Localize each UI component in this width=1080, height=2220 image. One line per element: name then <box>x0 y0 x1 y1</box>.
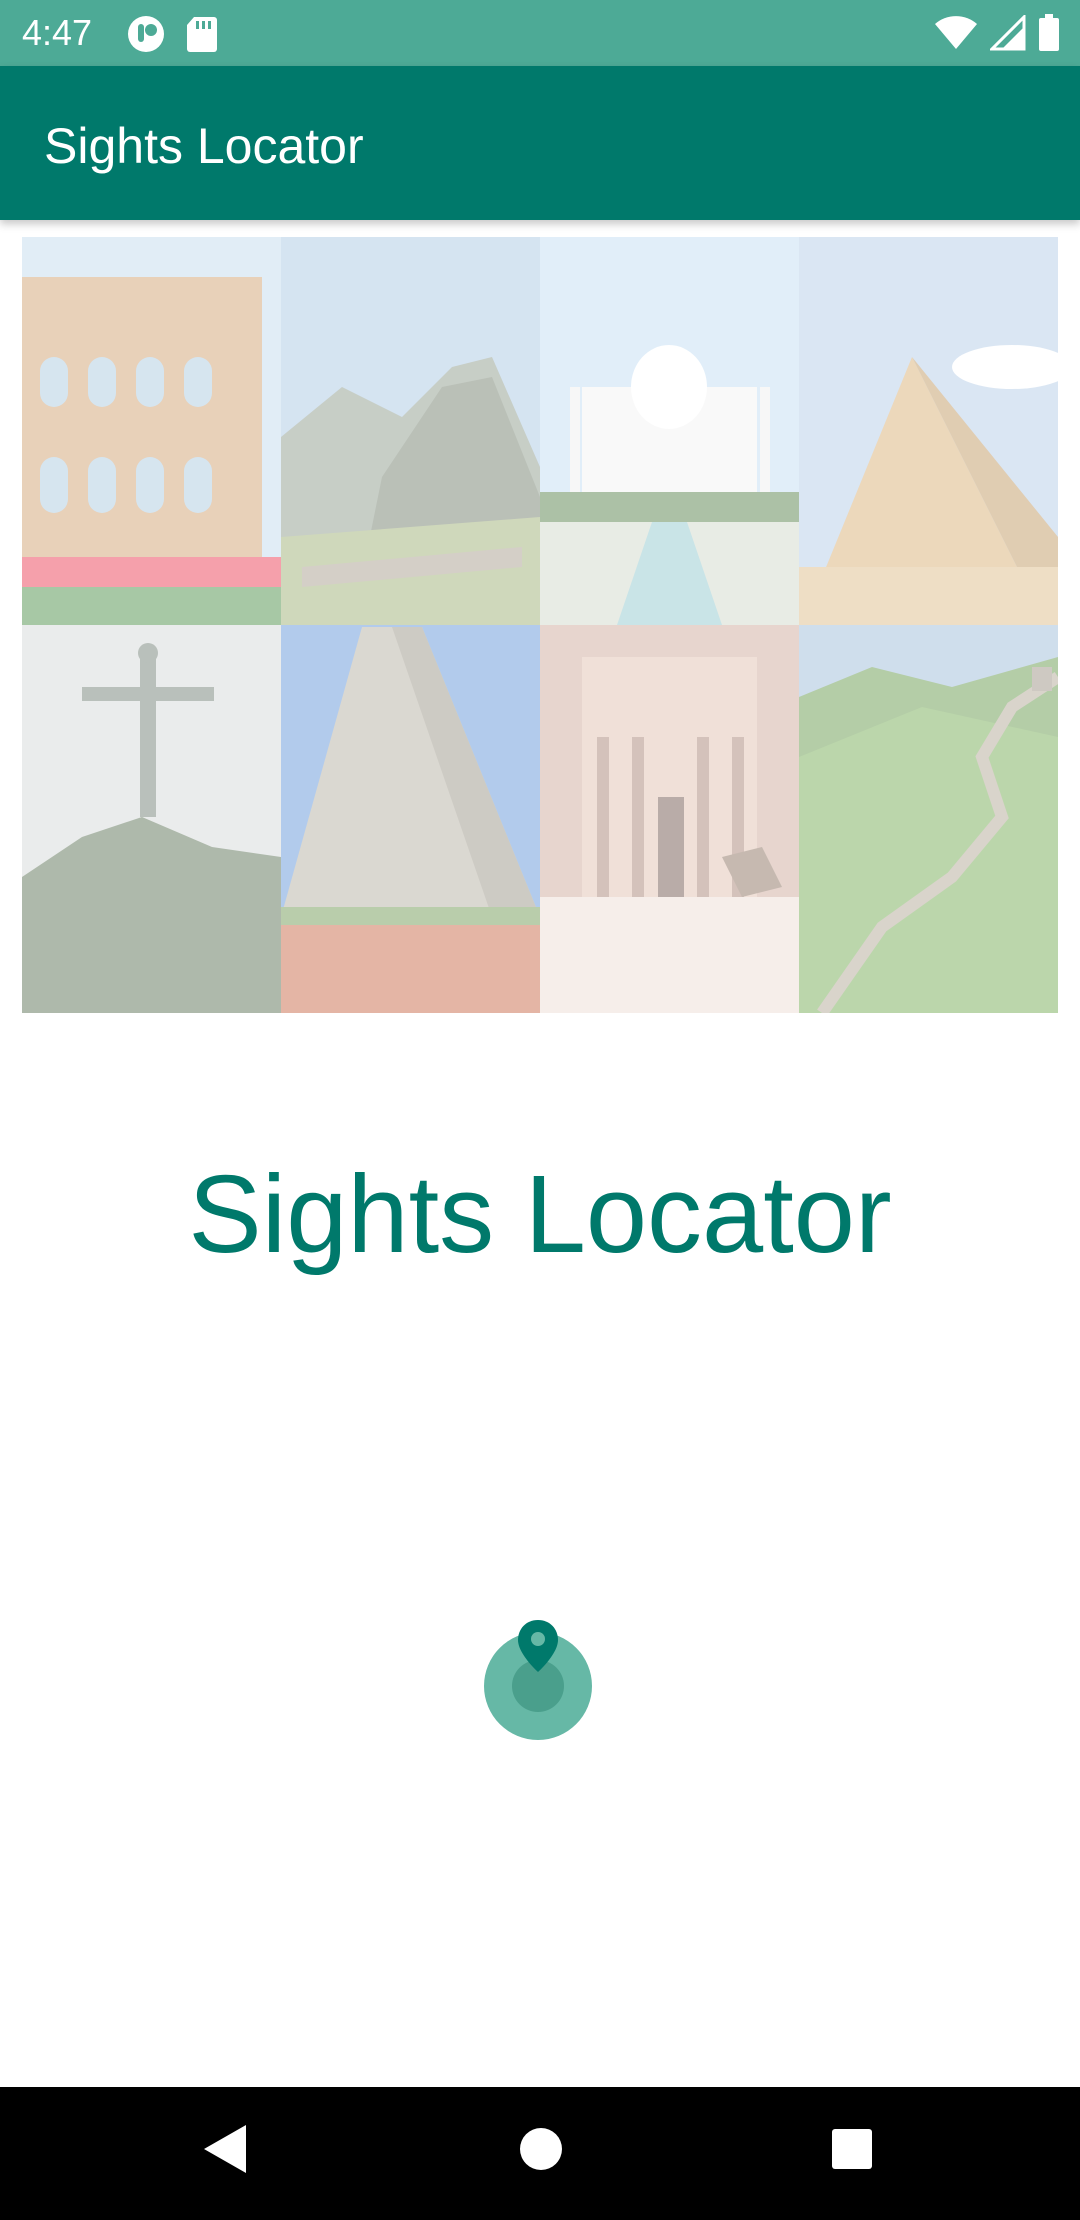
app-bar: Sights Locator <box>0 66 1080 220</box>
great-wall-image <box>799 625 1058 1013</box>
battery-icon <box>1038 14 1060 57</box>
colosseum-image <box>22 237 281 625</box>
status-bar: 4:47 <box>0 0 1080 66</box>
app-bar-title: Sights Locator <box>44 118 364 174</box>
notification-app-icon <box>126 14 166 59</box>
loading-indicator <box>480 1616 600 1746</box>
home-icon[interactable] <box>515 2121 567 2182</box>
splash-title: Sights Locator <box>188 1153 892 1276</box>
landmark-collage <box>22 237 1058 1013</box>
machu-picchu-image <box>281 237 540 625</box>
sd-card-icon <box>186 15 218 58</box>
pyramids-giza-image <box>799 237 1058 625</box>
chichen-itza-image <box>281 625 540 1013</box>
christ-redeemer-image <box>22 625 281 1013</box>
cellular-signal-icon <box>988 13 1026 56</box>
taj-mahal-image <box>540 237 799 625</box>
wifi-icon <box>934 15 978 56</box>
status-time: 4:47 <box>22 12 93 53</box>
recents-icon[interactable] <box>828 2121 874 2182</box>
back-icon[interactable] <box>200 2121 250 2182</box>
navigation-bar <box>0 2087 1080 2220</box>
petra-image <box>540 625 799 1013</box>
